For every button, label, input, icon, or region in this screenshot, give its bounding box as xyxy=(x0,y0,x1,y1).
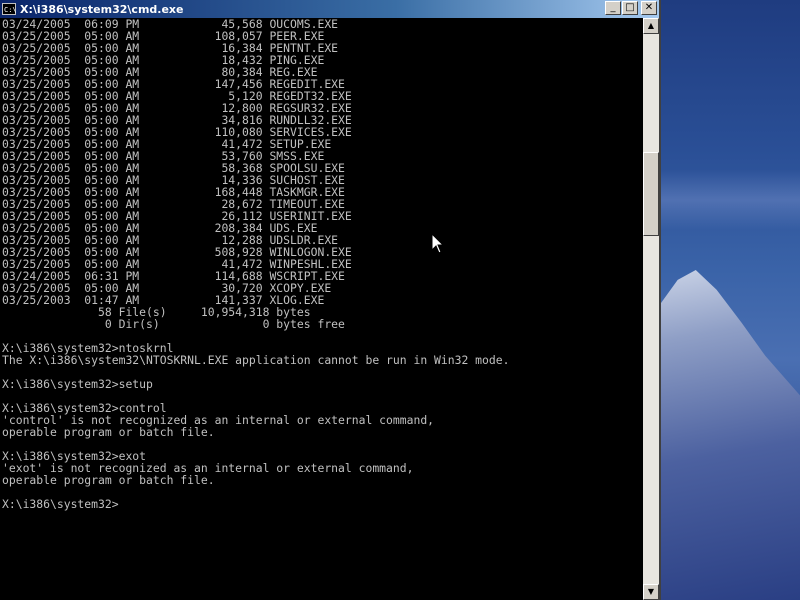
scroll-up-arrow-icon[interactable]: ▲ xyxy=(643,18,659,34)
console-line: The X:\i386\system32\NTOSKRNL.EXE applic… xyxy=(2,353,510,367)
window-title: X:\i386\system32\cmd.exe xyxy=(20,2,184,16)
minimize-button[interactable]: _ xyxy=(605,1,621,15)
vertical-scrollbar[interactable]: ▲ ▼ xyxy=(643,18,659,600)
cmd-app-icon[interactable]: C:\ xyxy=(2,3,17,15)
close-button[interactable]: ✕ xyxy=(641,1,657,15)
maximize-button[interactable]: □ xyxy=(622,1,638,15)
cmd-window[interactable]: C:\ X:\i386\system32\cmd.exe _ □ ✕ 03/24… xyxy=(0,0,661,600)
mouse-pointer-icon xyxy=(431,233,445,254)
desktop-wallpaper xyxy=(661,0,800,600)
title-bar[interactable]: C:\ X:\i386\system32\cmd.exe _ □ ✕ xyxy=(0,0,659,18)
console-line: operable program or batch file. xyxy=(2,473,215,487)
console-text: 03/24/2005 06:09 PM 45,568 OUCOMS.EXE 03… xyxy=(0,18,643,510)
wallpaper-haze xyxy=(661,170,800,230)
wallpaper-mountain xyxy=(661,270,800,600)
scroll-down-arrow-icon[interactable]: ▼ xyxy=(643,584,659,600)
scrollbar-thumb[interactable] xyxy=(643,152,659,236)
console-line: 0 Dir(s) 0 bytes free xyxy=(2,317,345,331)
console-line: X:\i386\system32>setup xyxy=(2,377,153,391)
console-line: X:\i386\system32> xyxy=(2,497,119,511)
console-line: operable program or batch file. xyxy=(2,425,215,439)
console-output[interactable]: 03/24/2005 06:09 PM 45,568 OUCOMS.EXE 03… xyxy=(0,18,643,600)
